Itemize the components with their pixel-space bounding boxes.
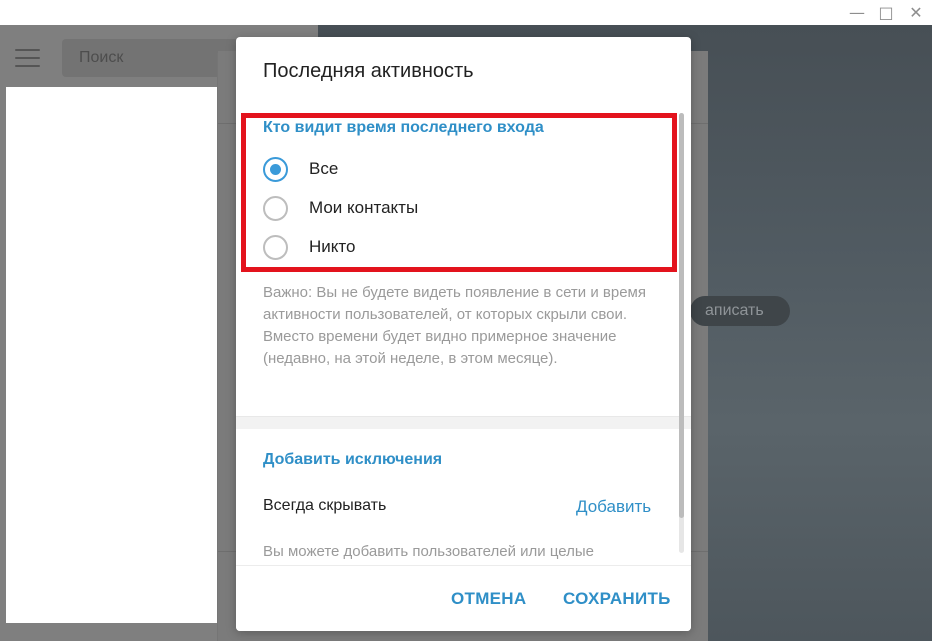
- highlight-frame: [241, 113, 677, 272]
- exceptions-note: Вы можете добавить пользователей или цел…: [263, 543, 594, 560]
- write-message-pill: аписать: [690, 296, 790, 326]
- always-hide-label: Всегда скрывать: [263, 497, 387, 514]
- window-titlebar: — □ ✕: [0, 0, 932, 25]
- blank-panel: [6, 87, 231, 623]
- add-exception-link[interactable]: Добавить: [576, 497, 651, 517]
- menu-icon[interactable]: [15, 49, 40, 67]
- dialog-footer: ОТМЕНА СОХРАНИТЬ: [236, 565, 691, 631]
- cancel-button[interactable]: ОТМЕНА: [451, 589, 526, 609]
- minimize-icon[interactable]: —: [843, 0, 871, 25]
- write-pill-label: аписать: [705, 302, 764, 319]
- exceptions-section-title: Добавить исключения: [263, 451, 443, 468]
- search-placeholder: Поиск: [79, 49, 124, 66]
- save-button[interactable]: СОХРАНИТЬ: [563, 589, 671, 609]
- maximize-icon[interactable]: □: [872, 0, 900, 25]
- last-seen-dialog: Последняя активность Кто видит время пос…: [236, 37, 691, 631]
- section-divider: [236, 416, 691, 429]
- scrollbar-thumb[interactable]: [679, 113, 684, 518]
- dialog-title: Последняя активность: [263, 60, 474, 82]
- dialog-scrollbar[interactable]: [679, 113, 684, 553]
- privacy-note: Важно: Вы не будете видеть появление в с…: [263, 284, 646, 367]
- close-icon[interactable]: ✕: [902, 0, 930, 25]
